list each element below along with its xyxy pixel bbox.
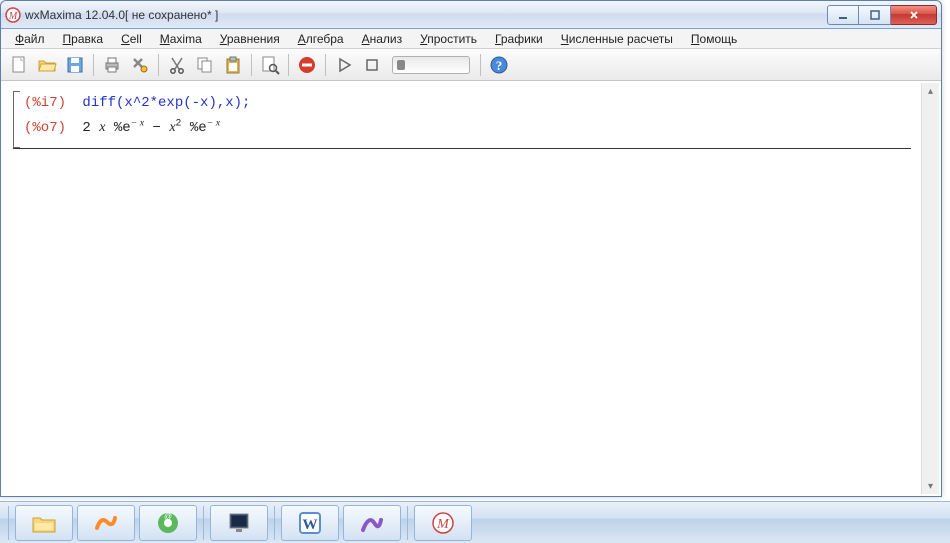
- scroll-down-icon[interactable]: ▾: [923, 478, 939, 494]
- titlebar[interactable]: M wxMaxima 12.04.0[ не сохранено* ]: [1, 1, 941, 29]
- output-expr: 2 x %e− x − x2 %e− x: [82, 120, 220, 135]
- toolbar-separator: [325, 54, 326, 76]
- window-title: wxMaxima 12.04.0[ не сохранено* ]: [25, 8, 827, 22]
- svg-text:@: @: [164, 512, 172, 521]
- document-canvas[interactable]: (%i7) diff(x^2*exp(-x),x); (%o7) 2 x %e−…: [3, 83, 921, 494]
- menu-simplify[interactable]: Упростить: [412, 31, 485, 47]
- svg-text:W: W: [303, 517, 318, 533]
- stop-icon[interactable]: [295, 53, 319, 77]
- menu-edit[interactable]: Правка: [55, 31, 112, 47]
- preferences-icon[interactable]: [128, 53, 152, 77]
- menu-plot[interactable]: Графики: [487, 31, 551, 47]
- input-code: diff(x^2*exp(-x),x);: [82, 95, 250, 111]
- close-button[interactable]: [891, 5, 937, 25]
- menu-help[interactable]: Помощь: [683, 31, 745, 47]
- menu-analysis[interactable]: Анализ: [354, 31, 411, 47]
- taskbar-app-orange[interactable]: [77, 505, 135, 541]
- taskbar-explorer[interactable]: [15, 505, 73, 541]
- save-icon[interactable]: [63, 53, 87, 77]
- toolbar-separator: [93, 54, 94, 76]
- play-icon[interactable]: [332, 53, 356, 77]
- app-window: M wxMaxima 12.04.0[ не сохранено* ] Файл…: [0, 0, 942, 497]
- menu-maxima[interactable]: Maxima: [152, 31, 210, 47]
- minimize-button[interactable]: [827, 5, 859, 25]
- new-doc-icon[interactable]: [7, 53, 31, 77]
- svg-text:M: M: [436, 517, 450, 532]
- taskbar-app-green[interactable]: @: [139, 505, 197, 541]
- maximize-button[interactable]: [859, 5, 891, 25]
- toolbar-separator: [480, 54, 481, 76]
- scroll-up-icon[interactable]: ▴: [923, 83, 939, 99]
- menu-numeric[interactable]: Численные расчеты: [553, 31, 681, 47]
- window-controls: [827, 5, 937, 25]
- cell[interactable]: (%i7) diff(x^2*exp(-x),x); (%o7) 2 x %e−…: [13, 91, 911, 149]
- toolbar-separator: [288, 54, 289, 76]
- taskbar-wxmaxima[interactable]: M: [414, 505, 472, 541]
- menubar: Файл Правка Cell Maxima Уравнения Алгебр…: [1, 29, 941, 49]
- taskbar-app-monitor[interactable]: [210, 505, 268, 541]
- paste-icon[interactable]: [221, 53, 245, 77]
- menu-equations[interactable]: Уравнения: [212, 31, 288, 47]
- svg-text:M: M: [8, 11, 18, 22]
- print-icon[interactable]: [100, 53, 124, 77]
- taskbar-divider: [274, 506, 275, 540]
- taskbar-word[interactable]: W: [281, 505, 339, 541]
- taskbar-divider: [8, 506, 9, 540]
- svg-text:?: ?: [496, 58, 503, 73]
- app-icon: M: [5, 7, 21, 23]
- os-taskbar: @ W M: [0, 501, 950, 543]
- help-icon[interactable]: ?: [487, 53, 511, 77]
- menu-algebra[interactable]: Алгебра: [290, 31, 352, 47]
- menu-file[interactable]: Файл: [7, 31, 53, 47]
- toolbar-separator: [251, 54, 252, 76]
- find-icon[interactable]: [258, 53, 282, 77]
- output-line: (%o7) 2 x %e− x − x2 %e− x: [24, 113, 911, 138]
- taskbar-divider: [203, 506, 204, 540]
- vertical-scrollbar[interactable]: ▴ ▾: [921, 83, 939, 494]
- copy-icon[interactable]: [193, 53, 217, 77]
- output-label: (%o7): [24, 120, 66, 136]
- toolbar: ?: [1, 49, 941, 81]
- anim-slider[interactable]: [392, 56, 470, 74]
- open-folder-icon[interactable]: [35, 53, 59, 77]
- interrupt-icon[interactable]: [360, 53, 384, 77]
- document-area: (%i7) diff(x^2*exp(-x),x); (%o7) 2 x %e−…: [3, 83, 939, 494]
- menu-cell[interactable]: Cell: [113, 31, 150, 47]
- cut-icon[interactable]: [165, 53, 189, 77]
- input-line[interactable]: (%i7) diff(x^2*exp(-x),x);: [24, 93, 911, 113]
- taskbar-divider: [407, 506, 408, 540]
- input-label: (%i7): [24, 95, 66, 111]
- toolbar-separator: [158, 54, 159, 76]
- taskbar-app-purple[interactable]: [343, 505, 401, 541]
